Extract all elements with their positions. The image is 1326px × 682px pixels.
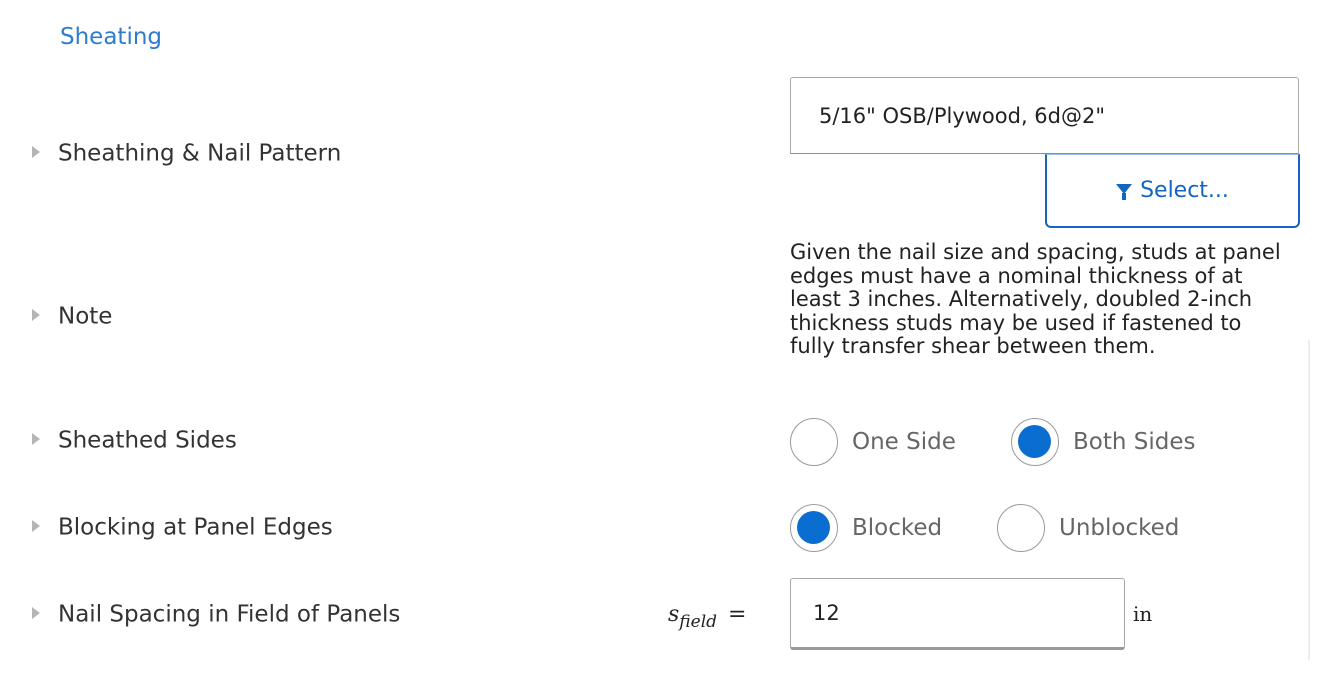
sheathed-sides-radio-group: Both Sides	[1011, 418, 1195, 466]
caret-right-icon[interactable]	[32, 606, 40, 619]
section-title: Sheating	[60, 24, 163, 50]
nail-spacing-symbol: sfield =	[668, 602, 747, 632]
row-label-text: Sheathed Sides	[58, 427, 237, 454]
radio-label-one-side[interactable]: One Side	[852, 429, 956, 455]
radio-label-blocked[interactable]: Blocked	[852, 515, 942, 541]
filter-icon	[1116, 184, 1133, 200]
caret-right-icon[interactable]	[32, 519, 40, 532]
sheathing-value-field[interactable]: 5/16" OSB/Plywood, 6d@2"	[790, 77, 1299, 154]
unit-label: in	[1133, 602, 1153, 626]
radio-label-both-sides[interactable]: Both Sides	[1073, 429, 1195, 455]
sheathed-sides-radio-group: One Side	[790, 418, 956, 466]
caret-right-icon[interactable]	[32, 145, 40, 158]
caret-right-icon[interactable]	[32, 308, 40, 321]
radio-blocked[interactable]	[790, 504, 838, 552]
radio-both-sides[interactable]	[1011, 418, 1059, 466]
symbol-equals: =	[728, 602, 747, 627]
row-label-text: Blocking at Panel Edges	[58, 514, 333, 541]
radio-label-unblocked[interactable]: Unblocked	[1059, 515, 1179, 541]
nail-spacing-input[interactable]	[790, 578, 1125, 650]
row-sheathing-label[interactable]: Sheathing & Nail Pattern	[32, 140, 341, 167]
row-label-text: Note	[58, 303, 113, 330]
row-label-text: Nail Spacing in Field of Panels	[58, 601, 401, 628]
radio-unblocked[interactable]	[997, 504, 1045, 552]
select-button-label: Select...	[1140, 178, 1229, 203]
row-blocking-label[interactable]: Blocking at Panel Edges	[32, 514, 333, 541]
symbol-subscript: field	[679, 612, 718, 632]
row-note-label[interactable]: Note	[32, 303, 112, 330]
scroll-edge-divider	[1308, 340, 1310, 660]
symbol-main: s	[668, 602, 680, 627]
row-label-text: Sheathing & Nail Pattern	[58, 140, 342, 167]
caret-right-icon[interactable]	[32, 432, 40, 445]
blocking-radio-group: Blocked	[790, 504, 942, 552]
select-sheathing-button[interactable]: Select...	[1045, 154, 1300, 228]
row-sheathed-sides-label[interactable]: Sheathed Sides	[32, 427, 237, 454]
note-text: Given the nail size and spacing, studs a…	[790, 240, 1281, 358]
radio-one-side[interactable]	[790, 418, 838, 466]
row-nail-spacing-label[interactable]: Nail Spacing in Field of Panels	[32, 601, 400, 628]
blocking-radio-group: Unblocked	[997, 504, 1179, 552]
